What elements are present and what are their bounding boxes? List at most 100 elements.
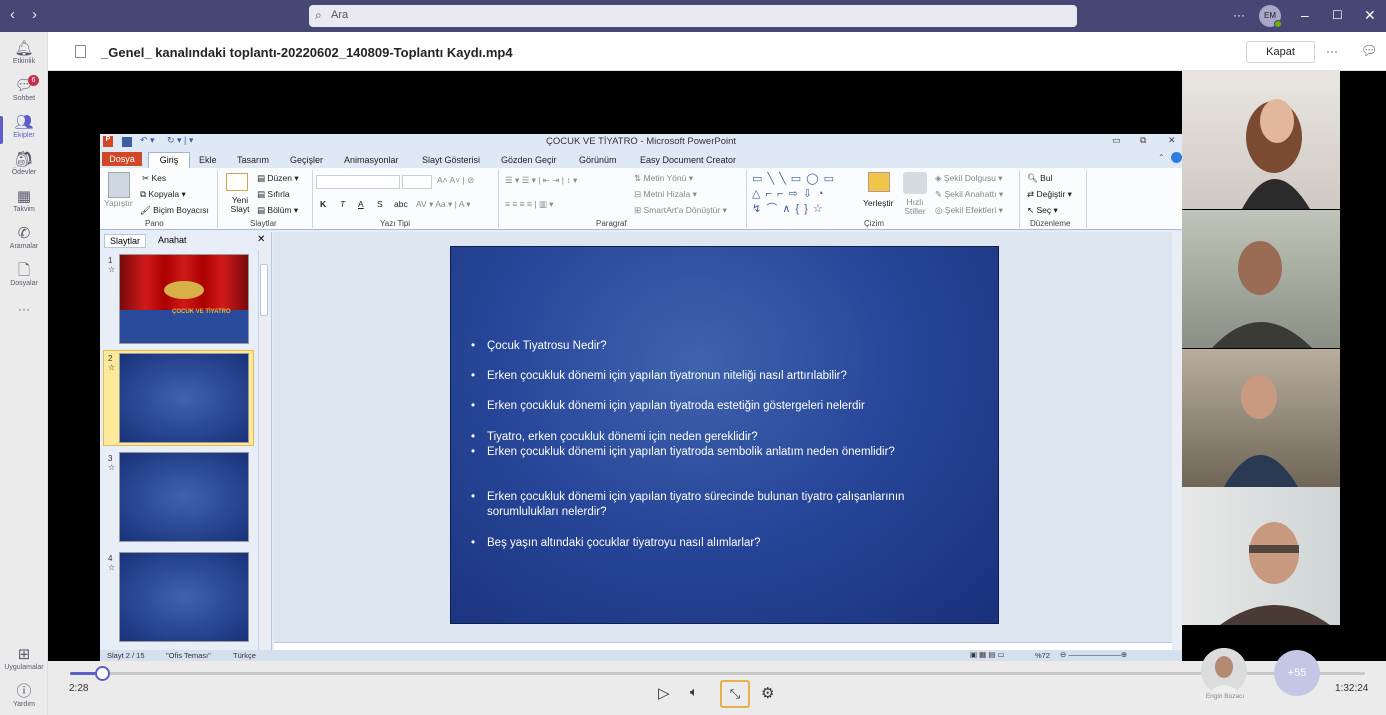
group-label-editing: Düzenleme: [1030, 219, 1071, 228]
quick-styles-icon[interactable]: [903, 172, 927, 194]
close-window-icon[interactable]: ✕: [1364, 7, 1376, 24]
more-options-icon[interactable]: ···: [1326, 44, 1338, 58]
shadow-button[interactable]: abc: [394, 199, 408, 209]
rail-label: Sohbet: [12, 95, 36, 102]
close-button[interactable]: Kapat: [1246, 41, 1315, 63]
text-direction-button[interactable]: ⇅ Metin Yönü ▾: [634, 173, 693, 184]
canvas-scrollbar[interactable]: [1173, 232, 1182, 652]
bullets-numbering-icon[interactable]: ☰ ▾ ☰ ▾ | ⇤ ⇥ | ↕ ▾: [505, 175, 577, 186]
tab-insert[interactable]: Ekle: [199, 155, 217, 165]
rail-item-calls[interactable]: ✆ Aramalar: [0, 225, 48, 250]
view-buttons[interactable]: ▣ ▦ ▤ ▭: [970, 650, 1005, 659]
tab-view[interactable]: Görünüm: [579, 155, 617, 165]
tab-easy-document-creator[interactable]: Easy Document Creator: [640, 155, 736, 165]
slide-thumbnail-3[interactable]: [119, 452, 249, 542]
ppt-restore-icon[interactable]: ⧉: [1140, 135, 1146, 146]
paste-icon[interactable]: [108, 172, 130, 198]
arrange-button[interactable]: Yerleştir: [863, 198, 893, 208]
section-button[interactable]: ▤ Bölüm ▾: [257, 205, 298, 216]
font-family-select[interactable]: [316, 175, 400, 189]
search-input[interactable]: ⌕ Ara: [309, 5, 1077, 27]
shape-outline-button[interactable]: ✎ Şekil Anahattı ▾: [935, 189, 1003, 200]
ppt-close-icon[interactable]: ✕: [1168, 135, 1176, 146]
panel-tab-slides[interactable]: Slaytlar: [104, 234, 146, 248]
rail-item-files[interactable]: 🗋 Dosyalar: [0, 262, 48, 287]
tab-design[interactable]: Tasarım: [237, 155, 269, 165]
tab-slideshow[interactable]: Slayt Gösterisi: [422, 155, 480, 165]
tab-transitions[interactable]: Geçişler: [290, 155, 323, 165]
close-panel-icon[interactable]: ✕: [257, 234, 265, 245]
save-icon[interactable]: [122, 137, 132, 147]
rail-item-calendar[interactable]: ▦ Takvim: [0, 188, 48, 213]
help-icon[interactable]: [1171, 152, 1182, 163]
seek-bar[interactable]: [70, 672, 1365, 675]
calendar-icon: ▦: [16, 188, 32, 205]
forward-icon[interactable]: ›: [32, 6, 37, 23]
zoom-slider[interactable]: ⊖ ———————⊕: [1060, 650, 1127, 659]
back-icon[interactable]: ‹: [10, 6, 15, 23]
chat-icon[interactable]: 💬︎: [1361, 43, 1378, 59]
paste-button[interactable]: Yapıştır: [104, 198, 133, 208]
ppt-minimize-icon[interactable]: ▭: [1112, 135, 1121, 146]
panel-scrollbar[interactable]: [258, 250, 268, 660]
rail-item-apps[interactable]: ⊞ Uygulamalar: [0, 646, 48, 671]
layout-button[interactable]: ▤ Düzen ▾: [257, 173, 299, 184]
find-button[interactable]: 🔍︎ Bul: [1027, 173, 1052, 184]
volume-icon[interactable]: 🔈︎: [690, 684, 698, 700]
minimize-icon[interactable]: –: [1301, 7, 1309, 23]
more-participants-badge[interactable]: +55: [1274, 650, 1320, 696]
format-painter-button[interactable]: 🖌︎ Biçim Boyacısı: [140, 205, 209, 216]
rail-more[interactable]: ···: [0, 302, 48, 316]
avatar[interactable]: EM: [1259, 5, 1282, 28]
quick-styles-button[interactable]: Hızlı Stiller: [900, 198, 930, 216]
maximize-icon[interactable]: ☐: [1332, 8, 1343, 22]
tab-animations[interactable]: Animasyonlar: [344, 155, 399, 165]
slide-thumbnail-4[interactable]: [119, 552, 249, 642]
group-label-font: Yazı Tipi: [380, 219, 411, 228]
grow-shrink-font-icon[interactable]: A˄ A˅ | ⊘: [437, 175, 474, 186]
play-icon[interactable]: ▷: [658, 684, 670, 702]
italic-button[interactable]: T: [340, 199, 345, 209]
arrange-icon[interactable]: [868, 172, 890, 192]
rail-item-teams[interactable]: 👥︎ Ekipler: [0, 114, 48, 144]
shapes-gallery[interactable]: ▭ ╲ ╲ ▭ ◯ ▭ △ ⌐ ⌐ ⇨ ⇩ ◔ ↯ ⌒ ∧ { } ☆: [752, 172, 858, 216]
collapse-ribbon-icon[interactable]: ⌃: [1158, 153, 1165, 162]
smartart-button[interactable]: ⊞ SmartArt'a Dönüştür ▾: [634, 205, 727, 216]
character-spacing-icon[interactable]: AV ▾ Aa ▾ | A ▾: [416, 199, 471, 210]
phone-icon: ✆: [17, 225, 31, 242]
rail-item-activity[interactable]: 🔔︎ Etkinlik: [0, 40, 48, 65]
align-text-button[interactable]: ⊟ Metni Hizala ▾: [634, 189, 697, 200]
font-size-select[interactable]: [402, 175, 432, 189]
copy-button[interactable]: ⧉ Kopyala ▾: [140, 189, 186, 200]
select-button[interactable]: ↖ Seç ▾: [1027, 205, 1058, 216]
reset-button[interactable]: ▤ Sıfırla: [257, 189, 290, 200]
notes-pane[interactable]: [274, 642, 1172, 650]
exit-fullscreen-icon[interactable]: ⤡: [720, 680, 750, 708]
panel-tab-outline[interactable]: Anahat: [158, 235, 187, 245]
undo-icon[interactable]: ↶ ▾: [140, 135, 155, 146]
underline-button[interactable]: A: [358, 199, 364, 209]
tab-home[interactable]: Giriş: [148, 152, 190, 168]
replace-button[interactable]: ⇄ Değiştir ▾: [1027, 189, 1072, 200]
more-options-icon[interactable]: ···: [1233, 8, 1245, 22]
rail-item-help[interactable]: ⓘ Yardım: [0, 683, 48, 708]
cut-button[interactable]: ✂ Kes: [142, 173, 166, 184]
settings-icon[interactable]: ⚙: [761, 684, 774, 702]
slide-thumbnail-2[interactable]: [119, 353, 249, 443]
tab-review[interactable]: Gözden Geçir: [501, 155, 557, 165]
alignment-icons[interactable]: ≡ ≡ ≡ ≡ | ▥ ▾: [505, 199, 554, 210]
shape-effects-button[interactable]: ◎ Şekil Efektleri ▾: [935, 205, 1003, 216]
strikethrough-button[interactable]: S: [377, 199, 383, 209]
bold-button[interactable]: K: [320, 199, 326, 209]
search-icon: ⌕: [315, 8, 322, 22]
select-label: Seç: [1036, 205, 1052, 215]
group-label-clipboard: Pano: [145, 219, 164, 228]
tab-file[interactable]: Dosya: [102, 152, 142, 166]
shape-fill-button[interactable]: ◈ Şekil Dolgusu ▾: [935, 173, 1003, 184]
rail-item-chat[interactable]: 💬︎ 6 Sohbet: [0, 75, 48, 102]
new-slide-icon[interactable]: [226, 173, 248, 191]
slide-thumbnail-1[interactable]: ÇOCUK VE TİYATRO: [119, 254, 249, 344]
rail-item-assignments[interactable]: 🎒︎ Ödevler: [0, 151, 48, 176]
redo-icon[interactable]: ↻ ▾ | ▾: [167, 135, 193, 146]
new-slide-button[interactable]: Yeni Slayt: [228, 196, 252, 214]
